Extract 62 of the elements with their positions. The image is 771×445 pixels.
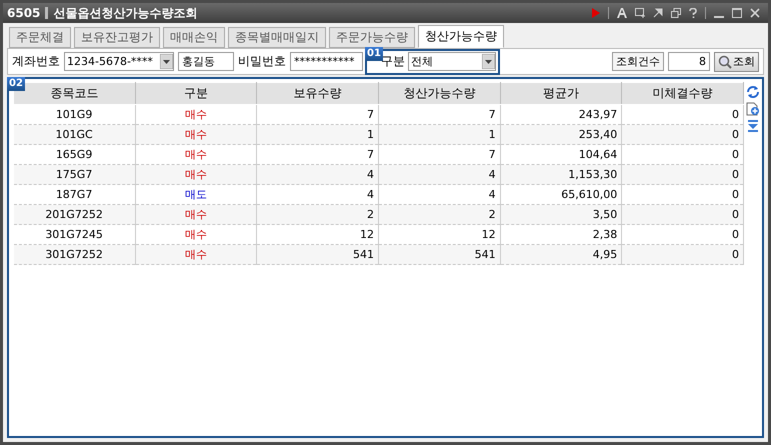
table-cell: 매수	[135, 164, 257, 184]
table-cell: 2	[378, 204, 500, 224]
screen-number: 6505	[7, 6, 40, 20]
table-cell: 0	[622, 124, 744, 144]
column-header[interactable]: 평균가	[500, 82, 622, 104]
search-button[interactable]: 조회	[714, 52, 759, 72]
table-cell: 매수	[135, 124, 257, 144]
scroll-down-icon[interactable]	[746, 119, 760, 133]
tab[interactable]: 주문가능수량	[329, 27, 415, 48]
table-cell: 541	[378, 244, 500, 264]
table-cell: 101GC	[14, 124, 136, 144]
account-label: 계좌번호	[12, 53, 60, 70]
password-field[interactable]: ***********	[290, 52, 363, 71]
table-cell: 4,95	[500, 244, 622, 264]
owner-name-field: 홍길동	[178, 52, 234, 71]
column-header[interactable]: 구분	[135, 82, 257, 104]
table-cell: 3,50	[500, 204, 622, 224]
dropdown-arrow-icon[interactable]	[482, 54, 495, 69]
account-dropdown[interactable]: 1234-5678-****	[64, 52, 174, 71]
table-cell: 301G7252	[14, 244, 136, 264]
restore-icon[interactable]	[671, 8, 681, 18]
column-header[interactable]: 보유수량	[256, 82, 378, 104]
table-cell: 201G7252	[14, 204, 136, 224]
window-plus-icon[interactable]	[635, 8, 645, 18]
table-cell: 0	[622, 164, 744, 184]
table-cell: 253,40	[500, 124, 622, 144]
table-cell: 0	[622, 244, 744, 264]
column-header[interactable]: 미체결수량	[622, 82, 744, 104]
password-label: 비밀번호	[238, 53, 286, 70]
table-cell: 1	[378, 124, 500, 144]
count-label: 조회건수	[612, 52, 664, 71]
table-cell: 175G7	[14, 164, 136, 184]
type-dropdown[interactable]: 전체	[408, 52, 496, 71]
add-page-icon[interactable]	[746, 102, 760, 116]
table-cell: 1	[256, 124, 378, 144]
maximize-icon[interactable]	[732, 8, 742, 18]
search-icon	[718, 54, 732, 68]
dropdown-arrow-icon[interactable]	[160, 54, 173, 69]
window-title: 선물옵션청산가능수량조회	[53, 4, 198, 22]
table-cell: 541	[256, 244, 378, 264]
tab[interactable]: 매매손익	[163, 27, 225, 48]
table-cell: 매수	[135, 244, 257, 264]
font-icon[interactable]	[617, 8, 627, 18]
refresh-icon[interactable]	[746, 85, 760, 99]
close-icon[interactable]	[750, 8, 760, 18]
tab[interactable]: 청산가능수량	[418, 25, 504, 48]
table-cell: 4	[378, 164, 500, 184]
table-cell: 4	[256, 164, 378, 184]
count-field: 8	[668, 52, 710, 71]
help-icon[interactable]	[689, 8, 697, 18]
table-cell: 1,153,30	[500, 164, 622, 184]
tab[interactable]: 보유잔고평가	[74, 27, 160, 48]
arrow-icon[interactable]	[653, 8, 663, 18]
table-cell: 0	[622, 204, 744, 224]
table-cell: 매수	[135, 204, 257, 224]
table-cell: 2	[256, 204, 378, 224]
tab[interactable]: 종목별매매일지	[228, 27, 326, 48]
section-badge: 02	[7, 77, 25, 91]
column-header[interactable]: 청산가능수량	[378, 82, 500, 104]
type-label: 구분	[381, 53, 405, 70]
section-badge: 01	[365, 46, 383, 60]
tab[interactable]: 주문체결	[9, 27, 71, 48]
